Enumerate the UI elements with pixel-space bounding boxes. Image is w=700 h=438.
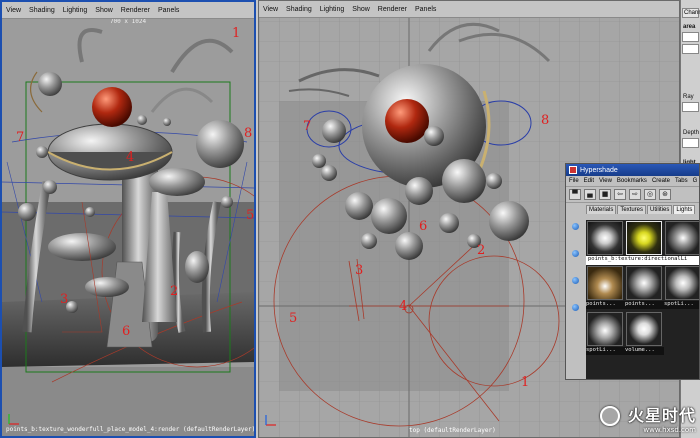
hypershade-tabs: Materials Textures Utilities Lights [566, 203, 699, 214]
channel-field[interactable] [682, 138, 699, 148]
left-annotation-1: 1 [232, 26, 241, 41]
menu-view[interactable]: View [263, 6, 278, 13]
hs-menu-edit[interactable]: Edit [584, 178, 594, 184]
menu-show[interactable]: Show [352, 6, 370, 13]
watermark: 火星时代 www.hxsd.com [599, 402, 696, 434]
arrow-left-icon[interactable]: ⇦ [614, 189, 626, 200]
right-annotation-8: 8 [541, 113, 550, 128]
swatch-directional-light[interactable] [626, 221, 662, 255]
channel-field[interactable] [682, 102, 699, 112]
sphere-icon[interactable] [572, 250, 579, 257]
right-annotation-1: 1 [521, 375, 530, 390]
swatch-spot-light[interactable] [587, 312, 623, 346]
hs-menu-graph[interactable]: G [693, 178, 698, 184]
hypershade-toolbar: ▀ ▄ ■ ⇦ ⇨ ◎ ⊛ [566, 187, 699, 203]
swatch-volume-light[interactable] [626, 312, 662, 346]
swatch-label: spotLi... [586, 347, 625, 355]
depth-label: Depth [683, 130, 700, 136]
hypershade-side-icons [569, 221, 583, 311]
channel-box-tab[interactable]: Chann [682, 8, 700, 18]
hs-menu-create[interactable]: Create [652, 178, 670, 184]
layout-top-icon[interactable]: ▀ [569, 189, 581, 200]
hs-menu-tabs[interactable]: Tabs [675, 178, 688, 184]
tab-textures[interactable]: Textures [617, 205, 647, 214]
menu-shading[interactable]: Shading [29, 7, 55, 14]
channel-field[interactable] [682, 32, 699, 42]
swatch-label: volume... [625, 347, 664, 355]
sphere-icon[interactable] [572, 277, 579, 284]
left-axis-gizmo-icon [8, 414, 19, 425]
ray-label: Ray [683, 94, 694, 100]
layout-full-icon[interactable]: ■ [599, 189, 611, 200]
left-annotation-7: 7 [16, 130, 25, 145]
hypershade-menubar: File Edit View Bookmarks Create Tabs G [566, 176, 699, 187]
swatch-label: points... [586, 301, 625, 309]
tab-materials[interactable]: Materials [586, 205, 617, 214]
right-annotation-2: 2 [477, 243, 486, 258]
hxsd-logo-icon [599, 406, 620, 426]
watermark-url: www.hxsd.com [643, 426, 696, 434]
right-axis-gizmo-icon [265, 415, 276, 426]
selected-swatch-name: points_b:texture:directionalLi [586, 256, 699, 265]
arrow-right-icon[interactable]: ⇨ [629, 189, 641, 200]
hypershade-titlebar[interactable]: Hypershade [566, 164, 699, 176]
right-annotation-6: 6 [419, 219, 428, 234]
swatch-label: spotLi... [664, 301, 699, 309]
maya-logo-icon [569, 166, 577, 174]
hs-menu-view[interactable]: View [599, 178, 612, 184]
left-viewport-menubar: View Shading Lighting Show Renderer Pane… [2, 2, 254, 19]
left-annotation-6: 6 [122, 324, 131, 339]
menu-show[interactable]: Show [95, 7, 113, 14]
tab-utilities[interactable]: Utilities [647, 205, 673, 214]
left-viewport[interactable]: View Shading Lighting Show Renderer Pane… [0, 0, 256, 438]
menu-lighting[interactable]: Lighting [320, 6, 345, 13]
resolution-gate-label: 700 x 1024 [109, 18, 147, 25]
menu-view[interactable]: View [6, 7, 21, 14]
channel-field[interactable] [682, 44, 699, 54]
left-viewport-caption: points_b:texture_wonderfull_place_model_… [6, 426, 256, 433]
right-viewport-caption: top (defaultRenderLayer) [409, 427, 496, 434]
menu-renderer[interactable]: Renderer [378, 6, 407, 13]
left-annotation-8: 8 [244, 126, 253, 141]
right-annotation-7: 7 [303, 119, 312, 134]
menu-panels[interactable]: Panels [158, 7, 179, 14]
swatch-spot-light[interactable] [665, 266, 699, 300]
right-annotation-5: 5 [289, 311, 298, 326]
left-scene-render [2, 18, 254, 436]
sphere-icon[interactable] [572, 304, 579, 311]
menu-shading[interactable]: Shading [286, 6, 312, 13]
left-annotation-5: 5 [246, 208, 255, 223]
swatch-area-light[interactable] [587, 221, 623, 255]
sphere-icon[interactable] [572, 223, 579, 230]
watermark-text: 火星时代 [627, 405, 696, 425]
hypershade-window[interactable]: Hypershade File Edit View Bookmarks Crea… [565, 163, 700, 380]
hypershade-title: Hypershade [580, 166, 618, 174]
connect-icon[interactable]: ⊛ [659, 189, 671, 200]
menu-lighting[interactable]: Lighting [63, 7, 88, 14]
swatch-light[interactable] [665, 221, 699, 255]
graph-icon[interactable]: ◎ [644, 189, 656, 200]
swatch-point-light[interactable] [587, 266, 623, 300]
swatch-point-light[interactable] [626, 266, 662, 300]
layout-bottom-icon[interactable]: ▄ [584, 189, 596, 200]
hs-menu-file[interactable]: File [569, 178, 579, 184]
menu-renderer[interactable]: Renderer [121, 7, 150, 14]
right-annotation-3: 3 [355, 263, 364, 278]
hs-menu-bookmarks[interactable]: Bookmarks [617, 178, 647, 184]
swatch-label: points... [625, 301, 664, 309]
light-swatch-grid: points_b:texture:directionalLi points...… [586, 220, 699, 379]
area-light-label: area [683, 24, 696, 30]
left-annotation-3: 3 [60, 292, 69, 307]
tab-lights[interactable]: Lights [673, 205, 696, 214]
right-annotation-4: 4 [399, 299, 408, 314]
right-viewport-menubar: View Shading Lighting Show Renderer Pane… [259, 1, 679, 18]
menu-panels[interactable]: Panels [415, 6, 436, 13]
left-annotation-4: 4 [126, 150, 135, 165]
left-annotation-2: 2 [170, 284, 179, 299]
